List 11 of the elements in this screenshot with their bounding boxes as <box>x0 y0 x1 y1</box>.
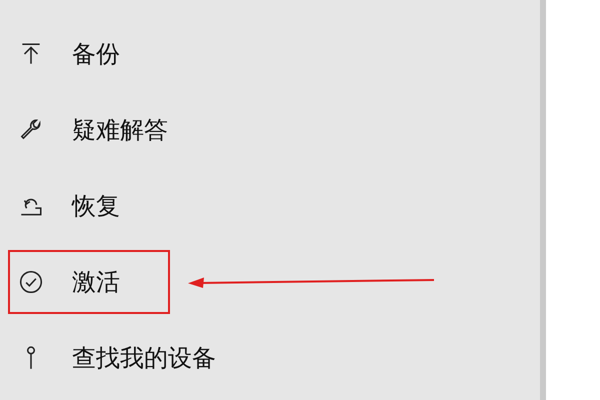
nav-item[interactable]: 备份 <box>8 22 170 86</box>
check-circle-icon <box>18 269 44 295</box>
nav-label: 疑难解答 <box>72 115 168 146</box>
nav-label: 激活 <box>72 267 120 298</box>
nav-item[interactable]: 激活 <box>8 250 170 314</box>
nav-label: 备份 <box>72 39 120 70</box>
nav-label: 恢复 <box>72 191 120 222</box>
nav-label: 查找我的设备 <box>72 343 216 374</box>
nav-item[interactable]: 查找我的设备 <box>8 326 226 390</box>
nav-item[interactable]: 恢复 <box>8 174 170 238</box>
nav-item[interactable]: 疑难解答 <box>8 98 178 162</box>
